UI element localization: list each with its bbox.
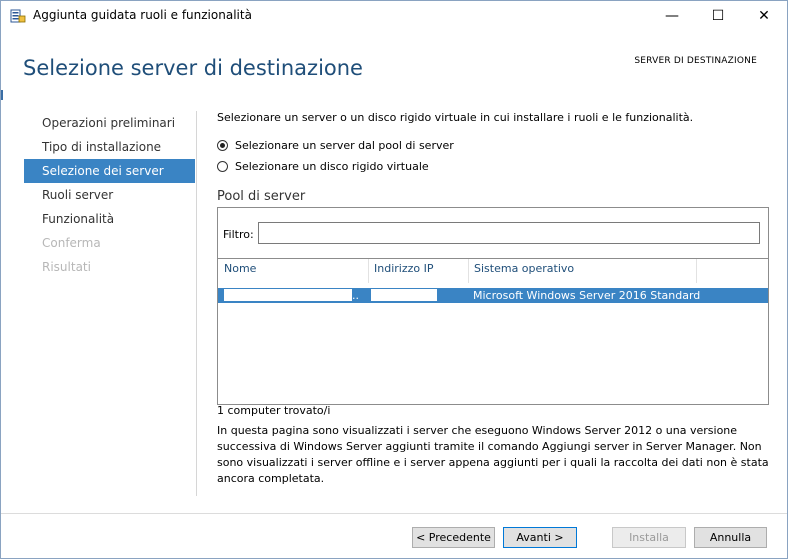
close-icon: ✕ [758,8,770,24]
radio-selected-icon[interactable] [217,140,228,151]
server-pool-box: Filtro: Nome Indirizzo IP Sistema operat… [217,207,769,405]
wizard-window: Aggiunta guidata ruoli e funzionalità — … [0,0,788,559]
nav-item-operazioni-preliminari[interactable]: Operazioni preliminari [24,111,195,135]
column-header-os[interactable]: Sistema operativo [468,259,696,283]
page-title: Selezione server di destinazione [23,56,363,80]
filter-input[interactable] [258,222,760,244]
footer-separator [1,513,787,514]
server-os-cell: Microsoft Windows Server 2016 Standard [473,289,701,302]
nav-item-conferma: Conferma [42,236,101,250]
cancel-button[interactable]: Annulla [694,527,767,548]
server-manager-icon [10,8,26,24]
redacted-name [224,289,352,301]
column-header-name[interactable]: Nome [218,259,368,283]
nav-item-selezione-server[interactable]: Selezione dei server [24,159,195,183]
table-header: Nome Indirizzo IP Sistema operativo [218,259,768,283]
previous-button[interactable]: < Precedente [412,527,495,548]
table-row[interactable]: .. Microsoft Windows Server 2016 Standar… [218,288,768,303]
radio-server-pool[interactable]: Selezionare un server dal pool di server [217,139,454,152]
maximize-icon: ☐ [711,8,725,24]
description-text: In questa pagina sono visualizzati i ser… [217,424,769,485]
nav-item-tipo-installazione[interactable]: Tipo di installazione [24,135,195,159]
radio-server-pool-label: Selezionare un server dal pool di server [235,139,454,152]
edge-marker [1,90,3,100]
install-button: Installa [612,527,686,548]
maximize-button[interactable]: ☐ [695,1,741,31]
filter-area: Filtro: [218,208,768,259]
server-name-cell: .. [352,289,359,302]
radio-unselected-icon[interactable] [217,161,228,172]
column-header-ip[interactable]: Indirizzo IP [368,259,468,283]
intro-text: Selezionare un server o un disco rigido … [217,111,694,124]
server-pool-title: Pool di server [217,189,306,204]
minimize-button[interactable]: — [649,1,695,31]
destination-server-header: SERVER DI DESTINAZIONE [634,56,757,66]
wizard-nav: Operazioni preliminari Tipo di installaz… [24,111,195,279]
radio-virtual-disk[interactable]: Selezionare un disco rigido virtuale [217,160,429,173]
redacted-ip [371,289,437,301]
nav-item-risultati: Risultati [42,260,91,274]
filter-label: Filtro: [223,228,254,241]
next-button[interactable]: Avanti > [503,527,577,548]
window-title: Aggiunta guidata ruoli e funzionalità [33,8,252,22]
close-button[interactable]: ✕ [741,1,787,31]
nav-item-ruoli-server[interactable]: Ruoli server [24,183,195,207]
radio-virtual-disk-label: Selezionare un disco rigido virtuale [235,160,429,173]
title-bar[interactable]: Aggiunta guidata ruoli e funzionalità — … [1,1,787,31]
nav-divider [196,111,197,496]
computer-count: 1 computer trovato/i [217,404,331,417]
column-separator[interactable] [696,259,697,283]
nav-item-funzionalita[interactable]: Funzionalità [24,207,195,231]
minimize-icon: — [665,8,679,24]
